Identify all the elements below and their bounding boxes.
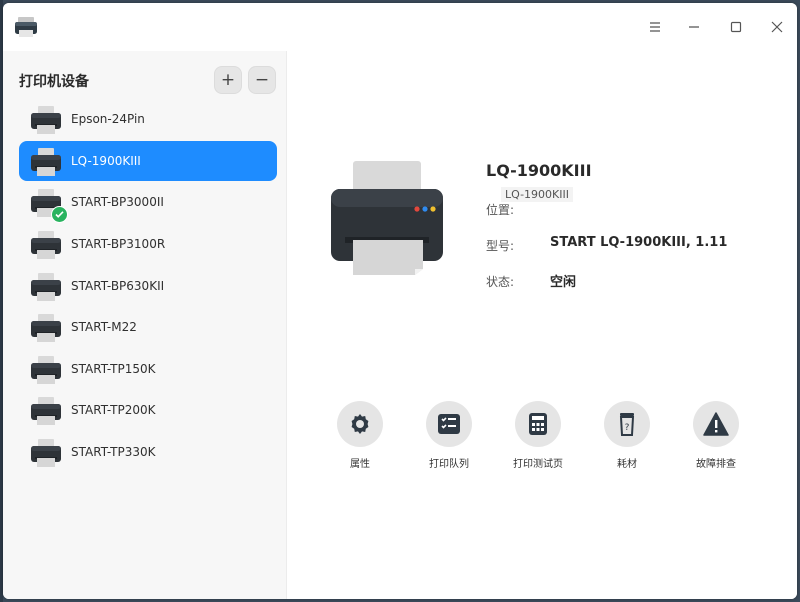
maximize-button[interactable] — [716, 11, 756, 43]
supplies-label: 耗材 — [617, 459, 637, 470]
test-page-label: 打印测试页 — [513, 459, 563, 470]
printer-item[interactable]: START-BP630KII — [19, 266, 277, 306]
printer-icon — [31, 230, 61, 259]
warning-icon — [703, 412, 729, 436]
printer-item[interactable]: START-M22 — [19, 307, 277, 347]
printer-icon — [31, 106, 61, 134]
printer-item-label: START-TP330K — [71, 445, 156, 460]
printer-manager-window: 打印机设备 + − Epson-24Pin LQ-1900KIII START-BP… — [3, 3, 797, 599]
remove-printer-button[interactable]: − — [248, 66, 276, 94]
printer-item[interactable]: START-BP3000II — [19, 182, 277, 224]
printer-item[interactable]: Epson-24Pin — [19, 99, 277, 139]
troubleshoot-button[interactable]: 故障排查 — [671, 401, 761, 470]
printer-item[interactable]: LQ-1900KIII — [19, 140, 277, 181]
printer-app-icon — [15, 17, 37, 37]
supplies-circle: ? — [604, 401, 650, 447]
maximize-icon — [730, 21, 742, 33]
printer-item[interactable]: START-BP3100R — [19, 224, 277, 264]
minimize-button[interactable] — [674, 11, 714, 43]
printer-icon — [31, 355, 61, 384]
printer-icon — [31, 314, 61, 343]
add-printer-button[interactable]: + — [214, 66, 242, 94]
troubleshoot-label: 故障排查 — [696, 459, 736, 470]
minimize-icon — [689, 26, 699, 28]
properties-circle — [337, 401, 383, 447]
print-queue-button[interactable]: 打印队列 — [404, 401, 494, 470]
printer-icon — [31, 397, 61, 426]
sidebar-title: 打印机设备 — [19, 74, 89, 90]
title-bar — [3, 3, 797, 51]
close-button[interactable] — [757, 11, 797, 43]
model-label: 型号: — [486, 239, 515, 253]
properties-label: 属性 — [350, 459, 370, 470]
printer-details-panel: LQ-1900KIII 位置: LQ-1900KIII 型号: START LQ… — [287, 51, 797, 599]
properties-button[interactable]: 属性 — [315, 401, 405, 470]
printer-item-label: START-BP630KII — [71, 278, 165, 293]
menu-icon — [650, 22, 660, 32]
gear-icon — [351, 414, 369, 434]
printer-icon — [31, 439, 61, 468]
test-page-button[interactable]: 打印测试页 — [493, 401, 583, 470]
location-label: 位置: — [486, 203, 515, 217]
action-bar: 属性 打印队列 打印测试页 ? 耗材 故障排查 — [287, 401, 797, 471]
printer-illustration-icon — [331, 161, 443, 275]
print-queue-label: 打印队列 — [429, 459, 469, 470]
printer-item-label: Epson-24Pin — [71, 112, 145, 126]
printer-item-label: START-TP150K — [71, 361, 156, 376]
troubleshoot-circle — [693, 401, 739, 447]
default-check-icon — [51, 206, 68, 224]
printer-item-label: LQ-1900KIII — [71, 153, 141, 168]
location-tooltip: LQ-1900KIII — [501, 187, 574, 202]
printer-item-label: START-TP200K — [71, 403, 156, 418]
menu-button[interactable] — [635, 11, 675, 43]
printer-name: LQ-1900KIII — [486, 161, 592, 180]
test-page-circle — [515, 401, 561, 447]
printer-icon — [31, 272, 61, 301]
queue-icon — [438, 414, 460, 434]
printer-icon — [31, 147, 61, 176]
supplies-button[interactable]: ? 耗材 — [582, 401, 672, 470]
calculator-icon — [529, 413, 547, 435]
printer-item-label: START-BP3100R — [71, 236, 166, 251]
printer-item-label: START-M22 — [71, 320, 137, 335]
close-icon — [771, 21, 783, 33]
print-queue-circle — [426, 401, 472, 447]
status-value: 空闲 — [550, 275, 577, 290]
printer-list: Epson-24Pin LQ-1900KIII START-BP3000II STAR… — [19, 99, 277, 474]
model-value: START LQ-1900KIII, 1.11 — [550, 235, 728, 250]
printer-item-label: START-BP3000II — [71, 195, 164, 210]
printer-sidebar: 打印机设备 + − Epson-24Pin LQ-1900KIII START-BP… — [3, 51, 287, 599]
status-label: 状态: — [486, 275, 515, 289]
supplies-icon: ? — [619, 413, 635, 436]
svg-text:?: ? — [625, 423, 630, 433]
printer-item[interactable]: START-TP330K — [19, 432, 277, 472]
printer-item[interactable]: START-TP200K — [19, 390, 277, 430]
printer-item[interactable]: START-TP150K — [19, 349, 277, 389]
